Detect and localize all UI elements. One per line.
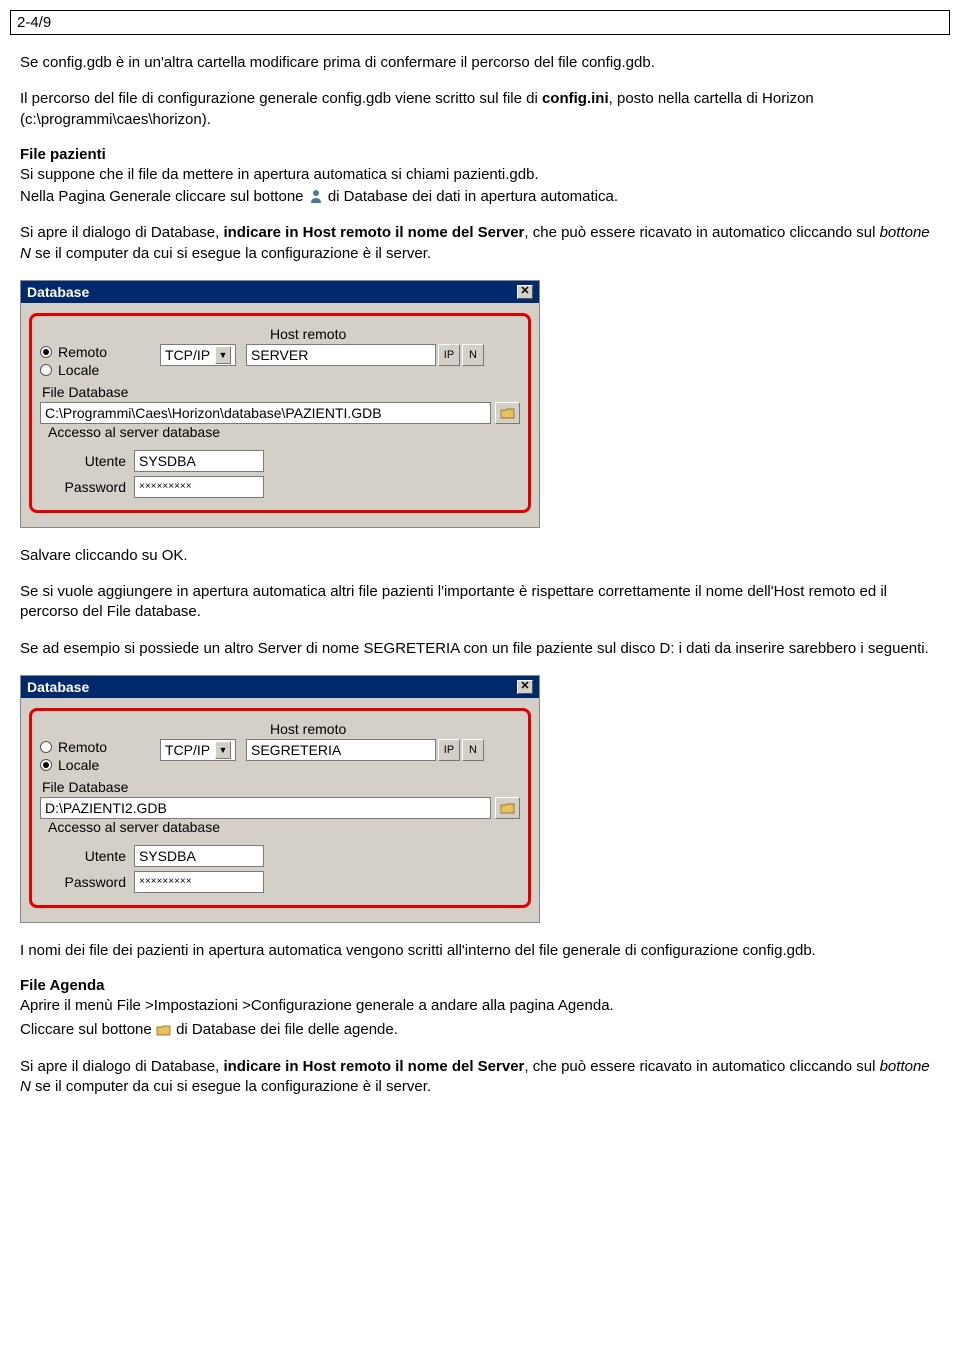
radio-icon (40, 346, 52, 358)
file-path-input[interactable]: D:\PAZIENTI2.GDB (40, 797, 491, 819)
password-input[interactable]: ××××××××× (134, 871, 264, 893)
radio-locale[interactable]: Locale (40, 362, 160, 378)
host-remoto-label: Host remoto (270, 326, 346, 342)
page-number-box: 2-4/9 (10, 10, 950, 35)
ip-button[interactable]: IP (438, 344, 460, 366)
access-server-label: Accesso al server database (46, 424, 222, 440)
host-input[interactable]: SEGRETERIA (246, 739, 436, 761)
dialog-titlebar: Database ✕ (21, 281, 539, 303)
paragraph: Cliccare sul bottone di Database dei fil… (20, 1020, 940, 1040)
radio-icon (40, 364, 52, 376)
file-database-label: File Database (42, 779, 520, 795)
database-dialog-1: Database ✕ Host remoto Remoto Locale (20, 280, 540, 528)
file-database-label: File Database (42, 384, 520, 400)
database-dialog-2: Database ✕ Host remoto Remoto Locale (20, 675, 540, 923)
browse-button[interactable] (495, 797, 520, 819)
paragraph: Aprire il menù File >Impostazioni >Confi… (20, 996, 940, 1016)
person-icon (308, 189, 324, 203)
paragraph: Nella Pagina Generale cliccare sul botto… (20, 187, 940, 207)
protocol-dropdown[interactable]: TCP/IP ▼ (160, 739, 236, 761)
password-label: Password (46, 874, 126, 890)
folder-open-icon (500, 802, 516, 814)
folder-open-icon (156, 1022, 172, 1036)
document-body: Se config.gdb è in un'altra cartella mod… (0, 53, 960, 1133)
paragraph: Il percorso del file di configurazione g… (20, 89, 940, 130)
utente-input[interactable]: SYSDBA (134, 450, 264, 472)
file-path-input[interactable]: C:\Programmi\Caes\Horizon\database\PAZIE… (40, 402, 491, 424)
radio-icon (40, 759, 52, 771)
dialog-title-text: Database (27, 679, 89, 695)
browse-button[interactable] (495, 402, 520, 424)
paragraph: Si apre il dialogo di Database, indicare… (20, 1057, 940, 1098)
paragraph: Se si vuole aggiungere in apertura autom… (20, 582, 940, 623)
heading-file-pazienti: File pazienti (20, 146, 940, 163)
host-input[interactable]: SERVER (246, 344, 436, 366)
dialog-title-text: Database (27, 284, 89, 300)
paragraph: Se ad esempio si possiede un altro Serve… (20, 639, 940, 659)
paragraph: Si apre il dialogo di Database, indicare… (20, 223, 940, 264)
password-label: Password (46, 479, 126, 495)
host-remoto-label: Host remoto (270, 721, 346, 737)
paragraph: Si suppone che il file da mettere in ape… (20, 165, 940, 185)
radio-locale[interactable]: Locale (40, 757, 160, 773)
radio-icon (40, 741, 52, 753)
folder-open-icon (500, 407, 516, 419)
utente-label: Utente (46, 848, 126, 864)
close-icon[interactable]: ✕ (517, 285, 533, 299)
chevron-down-icon: ▼ (215, 741, 231, 759)
highlight-frame: Host remoto Remoto Locale TCP/IP (29, 708, 531, 908)
dialog-titlebar: Database ✕ (21, 676, 539, 698)
radio-remoto[interactable]: Remoto (40, 739, 160, 755)
close-icon[interactable]: ✕ (517, 680, 533, 694)
paragraph: I nomi dei file dei pazienti in apertura… (20, 941, 940, 961)
heading-file-agenda: File Agenda (20, 977, 940, 994)
utente-input[interactable]: SYSDBA (134, 845, 264, 867)
page-number: 2-4/9 (17, 14, 51, 31)
n-button[interactable]: N (462, 344, 484, 366)
protocol-dropdown[interactable]: TCP/IP ▼ (160, 344, 236, 366)
paragraph: Salvare cliccando su OK. (20, 546, 940, 566)
access-server-label: Accesso al server database (46, 819, 222, 835)
paragraph: Se config.gdb è in un'altra cartella mod… (20, 53, 940, 73)
ip-button[interactable]: IP (438, 739, 460, 761)
radio-remoto[interactable]: Remoto (40, 344, 160, 360)
utente-label: Utente (46, 453, 126, 469)
n-button[interactable]: N (462, 739, 484, 761)
highlight-frame: Host remoto Remoto Locale TCP/IP (29, 313, 531, 513)
password-input[interactable]: ××××××××× (134, 476, 264, 498)
chevron-down-icon: ▼ (215, 346, 231, 364)
